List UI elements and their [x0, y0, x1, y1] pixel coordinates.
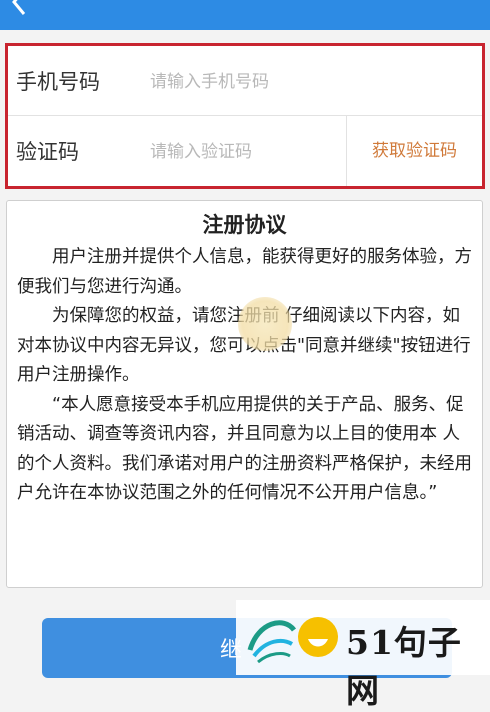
phone-row: 手机号码 — [8, 46, 482, 116]
smile-icon — [298, 617, 338, 657]
phone-input[interactable] — [150, 68, 340, 96]
watermark-text: 51句子网 — [346, 623, 462, 710]
seal-watermark — [238, 297, 292, 351]
site-watermark: 51句子网 — [236, 600, 490, 710]
agreement-panel: 注册协议 用户注册并提供个人信息，能获得更好的服务体验，方便我们与您进行沟通。 … — [6, 200, 483, 588]
code-label: 验证码 — [16, 140, 79, 164]
code-input[interactable] — [150, 138, 340, 166]
header-bar — [0, 0, 490, 30]
code-row: 验证码 获取验证码 — [8, 116, 482, 186]
phone-label: 手机号码 — [16, 70, 100, 94]
watermark-logo-icon — [247, 620, 297, 664]
agreement-title: 注册协议 — [202, 213, 287, 237]
agreement-paragraph: 用户注册并提供个人信息，能获得更好的服务体验，方便我们与您进行沟通。 — [17, 247, 472, 297]
agreement-body: 用户注册并提供个人信息，能获得更好的服务体验，方便我们与您进行沟通。 为保障您的… — [17, 243, 477, 509]
login-form: 手机号码 验证码 获取验证码 — [5, 43, 485, 189]
chevron-left-icon[interactable] — [6, 0, 34, 16]
agreement-paragraph: “本人愿意接受本手机应用提供的关于产品、服务、促销活动、调查等资讯内容，并且同意… — [17, 394, 472, 504]
get-code-button[interactable]: 获取验证码 — [347, 116, 482, 186]
